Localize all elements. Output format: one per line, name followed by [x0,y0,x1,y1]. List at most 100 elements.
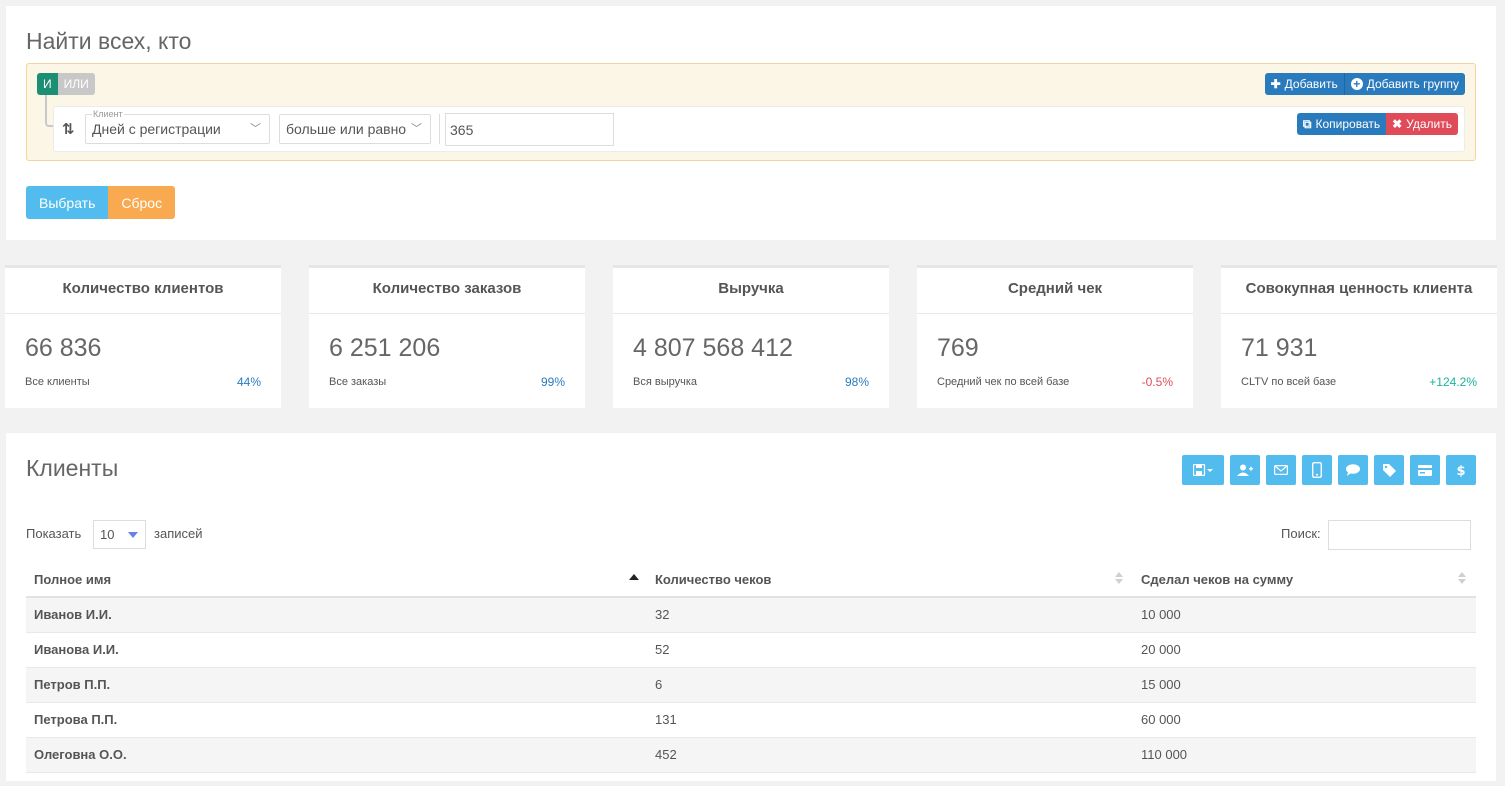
tag-icon[interactable] [1374,455,1404,485]
stat-subtitle: Средний чек по всей базе [937,376,1070,388]
cell-checks: 6 [647,667,1133,703]
copy-rule-button[interactable]: ⧉ Копировать [1296,113,1387,135]
copy-icon: ⧉ [1302,116,1312,131]
stat-percent: +124.2% [1429,375,1477,389]
drag-sort-icon[interactable]: ⇅ [62,120,75,138]
reset-button[interactable]: Сброс [108,186,176,219]
column-header-label: Количество чеков [655,571,772,587]
stat-value: 4 807 568 412 [633,334,793,362]
cell-name: Иванов И.И. [26,597,647,633]
add-rule-button[interactable]: ✚ Добавить [1264,73,1344,95]
column-header-sum[interactable]: Сделал чеков на сумму [1133,562,1476,598]
stat-card-orders: Количество заказов 6 251 206 Все заказы … [309,265,585,408]
stat-value: 6 251 206 [329,334,441,362]
field-group-legend: Клиент [92,109,124,119]
page-length-value: 10 [100,527,115,542]
stat-percent: 44% [236,375,261,389]
filter-rule: ⇅ Дней с регистрации ﹀ Клиент больше или… [53,106,1465,152]
field-select-value: Дней с регистрации [92,121,221,137]
stat-title: Количество заказов [309,268,585,314]
cell-name: Олеговна О.О. [26,737,647,773]
stat-card-cltv: Совокупная ценность клиента 71 931 CLTV … [1221,265,1497,408]
cell-sum: 10 000 [1133,597,1476,633]
dollar-icon[interactable]: $ [1446,455,1476,485]
or-button[interactable]: ИЛИ [57,73,95,95]
stat-value: 66 836 [25,334,102,362]
and-button[interactable]: И [37,73,58,95]
query-builder-group: И ИЛИ ✚ Добавить + Добавить группу ⇅ Дне… [26,63,1476,161]
plus-icon: ✚ [1270,77,1281,91]
delete-rule-button[interactable]: ✖ Удалить [1386,113,1458,135]
clients-table: Полное имя Количество чеков Сделал чеков… [26,562,1476,773]
delete-rule-label: Удалить [1406,117,1452,131]
add-group-label: Добавить группу [1366,77,1459,91]
sort-asc-icon [629,572,639,586]
table-header-row: Полное имя Количество чеков Сделал чеков… [26,562,1476,598]
sort-both-icon [1458,572,1466,586]
records-label: записей [154,526,203,541]
column-header-name[interactable]: Полное имя [26,562,647,598]
show-entries-label: Показать [26,526,82,541]
chevron-down-icon: ﹀ [411,123,422,135]
stat-percent: -0.5% [1141,375,1173,389]
clients-panel: Клиенты $ Показать 10 записей Поиск: Пол… [6,433,1496,781]
select-button[interactable]: Выбрать [26,186,109,219]
stat-card-average-check: Средний чек 769 Средний чек по всей базе… [917,265,1193,408]
clients-toolbar: $ [1176,455,1476,485]
stat-percent: 98% [844,375,869,389]
stat-title: Средний чек [917,268,1193,314]
operator-select-value: больше или равно [286,121,407,137]
chat-icon[interactable] [1338,455,1368,485]
copy-rule-label: Копировать [1315,117,1381,131]
stat-card-revenue: Выручка 4 807 568 412 Вся выручка 98% [613,265,889,408]
stat-subtitle: Все клиенты [25,376,90,388]
table-row[interactable]: Иванов И.И. 32 10 000 [26,597,1476,633]
column-header-label: Полное имя [34,571,112,587]
divider [439,114,440,144]
stat-title: Количество клиентов [5,268,281,314]
cell-name: Иванова И.И. [26,632,647,668]
operator-select[interactable]: больше или равно ﹀ [279,114,431,144]
cell-name: Петров П.П. [26,667,647,703]
filter-title: Найти всех, кто [26,28,192,54]
rule-actions: ⧉ Копировать ✖ Удалить [1296,113,1458,135]
table-row[interactable]: Петрова П.П. 131 60 000 [26,702,1476,738]
table-row[interactable]: Иванова И.И. 52 20 000 [26,632,1476,668]
mobile-icon[interactable] [1302,455,1332,485]
rule-value-input[interactable] [445,113,614,146]
cell-sum: 15 000 [1133,667,1476,703]
and-or-toggle: И ИЛИ [37,73,95,95]
cell-checks: 32 [647,597,1133,633]
cell-checks: 52 [647,632,1133,668]
page-length-select[interactable]: 10 [93,520,146,549]
search-input[interactable] [1328,520,1471,550]
column-header-checks[interactable]: Количество чеков [647,562,1133,598]
card-icon[interactable] [1410,455,1440,485]
add-user-icon[interactable] [1230,455,1260,485]
column-header-label: Сделал чеков на сумму [1141,571,1294,587]
svg-text:$: $ [1456,464,1465,477]
cell-checks: 452 [647,737,1133,773]
table-row[interactable]: Олеговна О.О. 452 110 000 [26,737,1476,773]
filter-panel: Найти всех, кто И ИЛИ ✚ Добавить + Добав… [6,6,1496,240]
email-icon[interactable] [1266,455,1296,485]
stat-subtitle: Вся выручка [633,376,697,388]
table-row[interactable]: Петров П.П. 6 15 000 [26,667,1476,703]
chevron-down-icon: ﹀ [250,123,261,135]
save-icon[interactable] [1182,455,1224,485]
add-rule-label: Добавить [1284,77,1338,91]
stat-value: 71 931 [1241,334,1318,362]
cell-name: Петрова П.П. [26,702,647,738]
cell-sum: 110 000 [1133,737,1476,773]
stat-title: Выручка [613,268,889,314]
filter-buttons: Выбрать Сброс [26,186,176,219]
stat-value: 769 [937,334,979,362]
close-icon: ✖ [1392,117,1403,131]
stat-title: Совокупная ценность клиента [1221,268,1497,314]
stat-card-clients: Количество клиентов 66 836 Все клиенты 4… [5,265,281,408]
add-group-button[interactable]: + Добавить группу [1343,73,1465,95]
stat-subtitle: CLTV по всей базе [1241,376,1337,388]
cell-sum: 60 000 [1133,702,1476,738]
cell-checks: 131 [647,702,1133,738]
search-label: Поиск: [1281,526,1321,541]
